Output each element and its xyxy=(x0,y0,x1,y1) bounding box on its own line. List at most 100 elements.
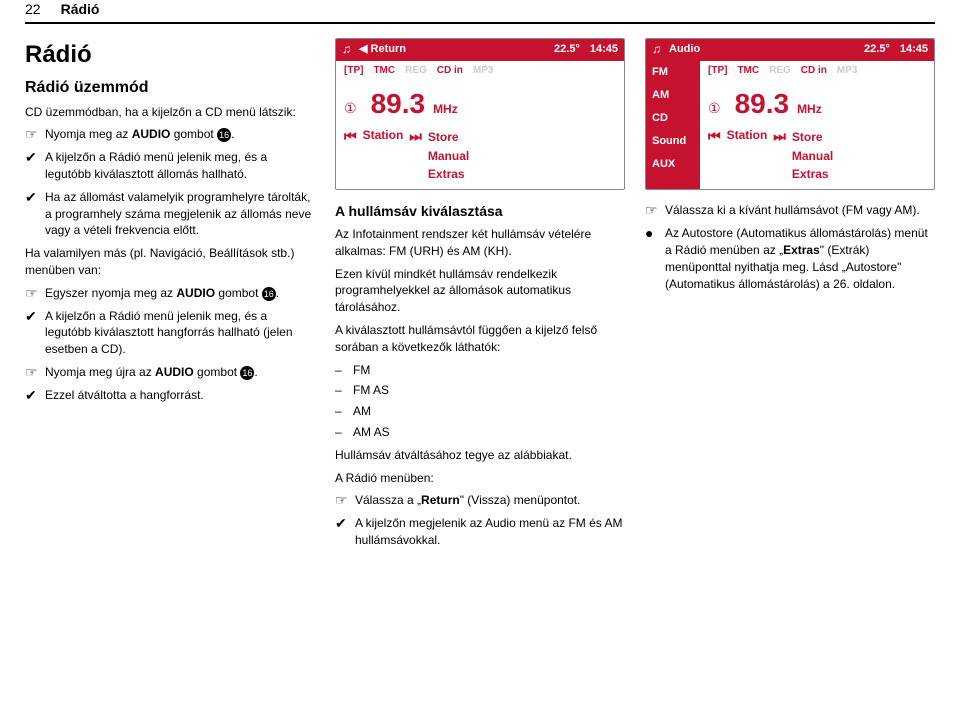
check-icon: ✔ xyxy=(335,515,355,549)
manual-label: Manual xyxy=(428,149,469,163)
hand-icon: ☞ xyxy=(25,126,45,143)
subsection-title: Rádió üzemmód xyxy=(25,77,315,99)
tp-indicator: [TP] xyxy=(344,65,363,77)
body-text: Hullámsáv átváltásához tegye az alábbiak… xyxy=(335,447,625,464)
list-item: AM AS xyxy=(335,424,625,441)
mp3-indicator: MP3 xyxy=(473,65,494,77)
station-label: Station xyxy=(727,128,768,142)
menu-stack: Store Manual Extras xyxy=(792,130,833,185)
music-note-icon: ♫ xyxy=(652,42,661,56)
body-text: A Rádió menüben: xyxy=(335,470,625,487)
prev-icon: ⏮ xyxy=(708,128,721,145)
return-label: ◀ Return xyxy=(359,43,554,56)
list-item: FM xyxy=(335,362,625,379)
screen-bottom-row: ⏮ Station ⏭ Store Manual Extras xyxy=(344,128,616,185)
check-icon: ✔ xyxy=(25,189,45,239)
temperature: 22.5° xyxy=(554,43,580,56)
frequency-unit: MHz xyxy=(797,102,822,116)
indicator-row: [TP] TMC REG CD in MP3 xyxy=(708,65,926,77)
screen-audio-menu: ♫ Audio 22.5° 14:45 FM AM CD Sound AUX xyxy=(645,38,935,191)
hand-icon: ☞ xyxy=(335,492,355,509)
instruction-row: ☞ Válassza ki a kívánt hullámsávot (FM v… xyxy=(645,202,935,219)
frequency-value: 89.3 xyxy=(735,87,790,121)
screen-sidebar: FM AM CD Sound AUX xyxy=(646,61,700,190)
sidebar-item-fm: FM xyxy=(646,61,700,84)
page-number: 22 xyxy=(25,0,41,20)
clock: 14:45 xyxy=(590,43,618,56)
clock: 14:45 xyxy=(900,43,928,56)
result-row: ✔ A kijelzőn a Rádió menü jelenik meg, é… xyxy=(25,149,315,183)
reg-indicator: REG xyxy=(769,65,791,77)
extras-label: Extras xyxy=(428,167,469,181)
music-note-icon: ♫ xyxy=(342,42,351,56)
info-row: ● Az Autostore (Automatikus állomástárol… xyxy=(645,225,935,292)
info-text: Az Autostore (Automatikus állomástárolás… xyxy=(665,225,935,292)
station-label: Station xyxy=(363,128,404,142)
hand-icon: ☞ xyxy=(25,364,45,381)
tp-indicator: [TP] xyxy=(708,65,727,77)
sidebar-item-cd: CD xyxy=(646,107,700,130)
intro-text: CD üzemmódban, ha a kijelzőn a CD menü l… xyxy=(25,104,315,121)
extras-label: Extras xyxy=(792,167,833,181)
next-icon: ⏭ xyxy=(773,128,786,145)
check-icon: ✔ xyxy=(25,387,45,404)
audio-label: Audio xyxy=(669,43,864,56)
body-text: Az Infotainment rendszer két hullámsáv v… xyxy=(335,226,625,260)
frequency-unit: MHz xyxy=(433,102,458,116)
store-label: Store xyxy=(428,130,469,144)
instruction-row: ☞ Nyomja meg az AUDIO gombot 16. xyxy=(25,126,315,143)
screen-content: [TP] TMC REG CD in MP3 ① 89.3 MHz ⏮ xyxy=(336,61,624,190)
header-title: Rádió xyxy=(61,0,100,20)
result-row: ✔ Ezzel átváltotta a hangforrást. xyxy=(25,387,315,404)
menu-stack: Store Manual Extras xyxy=(428,130,469,185)
preset-number: ① xyxy=(344,100,357,117)
instruction-text: Nyomja meg újra az AUDIO gombot 16. xyxy=(45,364,315,381)
sidebar-item-sound: Sound xyxy=(646,130,700,153)
instruction-text: Nyomja meg az AUDIO gombot 16. xyxy=(45,126,315,143)
list-item: AM xyxy=(335,403,625,420)
store-label: Store xyxy=(792,130,833,144)
screen-titlebar: ♫ Audio 22.5° 14:45 xyxy=(646,39,934,61)
button-ref-16: 16 xyxy=(262,287,276,301)
list-item: FM AS xyxy=(335,382,625,399)
instruction-text: Egyszer nyomja meg az AUDIO gombot 16. xyxy=(45,285,315,302)
sidebar-item-am: AM xyxy=(646,84,700,107)
temperature: 22.5° xyxy=(864,43,890,56)
section-title: Rádió xyxy=(25,38,315,72)
cdin-indicator: CD in xyxy=(801,65,827,77)
body-text: A kiválasztott hullámsávtól függően a ki… xyxy=(335,322,625,356)
tmc-indicator: TMC xyxy=(373,65,395,77)
prev-icon: ⏮ xyxy=(344,128,357,145)
column-2: ♫ ◀ Return 22.5° 14:45 [TP] TMC REG CD i… xyxy=(335,38,625,555)
result-row: ✔ Ha az állomást valamelyik programhelyr… xyxy=(25,189,315,239)
column-1: Rádió Rádió üzemmód CD üzemmódban, ha a … xyxy=(25,38,315,555)
button-ref-16: 16 xyxy=(217,128,231,142)
frequency-row: ① 89.3 MHz xyxy=(344,87,616,121)
mp3-indicator: MP3 xyxy=(837,65,858,77)
cdin-indicator: CD in xyxy=(437,65,463,77)
frequency-value: 89.3 xyxy=(371,87,426,121)
result-row: ✔ A kijelzőn a Rádió menü jelenik meg, é… xyxy=(25,308,315,358)
instruction-row: ☞ Válassza a „Return" (Vissza) menüponto… xyxy=(335,492,625,509)
preset-number: ① xyxy=(708,100,721,117)
check-icon: ✔ xyxy=(25,149,45,183)
next-icon: ⏭ xyxy=(409,128,422,145)
page-header: 22 Rádió xyxy=(25,0,935,24)
screen-titlebar: ♫ ◀ Return 22.5° 14:45 xyxy=(336,39,624,61)
tmc-indicator: TMC xyxy=(737,65,759,77)
bullet-icon: ● xyxy=(645,225,665,292)
screen-bottom-row: ⏮ Station ⏭ Store Manual Extras xyxy=(708,128,926,185)
subsection-title: A hullámsáv kiválasztása xyxy=(335,202,625,222)
indicator-row: [TP] TMC REG CD in MP3 xyxy=(344,65,616,77)
sidebar-item-aux: AUX xyxy=(646,153,700,176)
hand-icon: ☞ xyxy=(645,202,665,219)
check-icon: ✔ xyxy=(25,308,45,358)
instruction-text: Válassza a „Return" (Vissza) menüpontot. xyxy=(355,492,625,509)
screen-radio-return: ♫ ◀ Return 22.5° 14:45 [TP] TMC REG CD i… xyxy=(335,38,625,191)
hand-icon: ☞ xyxy=(25,285,45,302)
result-row: ✔ A kijelzőn megjelenik az Audio menü az… xyxy=(335,515,625,549)
instruction-row: ☞ Nyomja meg újra az AUDIO gombot 16. xyxy=(25,364,315,381)
screen-content: [TP] TMC REG CD in MP3 ① 89.3 MHz ⏮ xyxy=(700,61,934,190)
button-ref-16: 16 xyxy=(240,366,254,380)
reg-indicator: REG xyxy=(405,65,427,77)
